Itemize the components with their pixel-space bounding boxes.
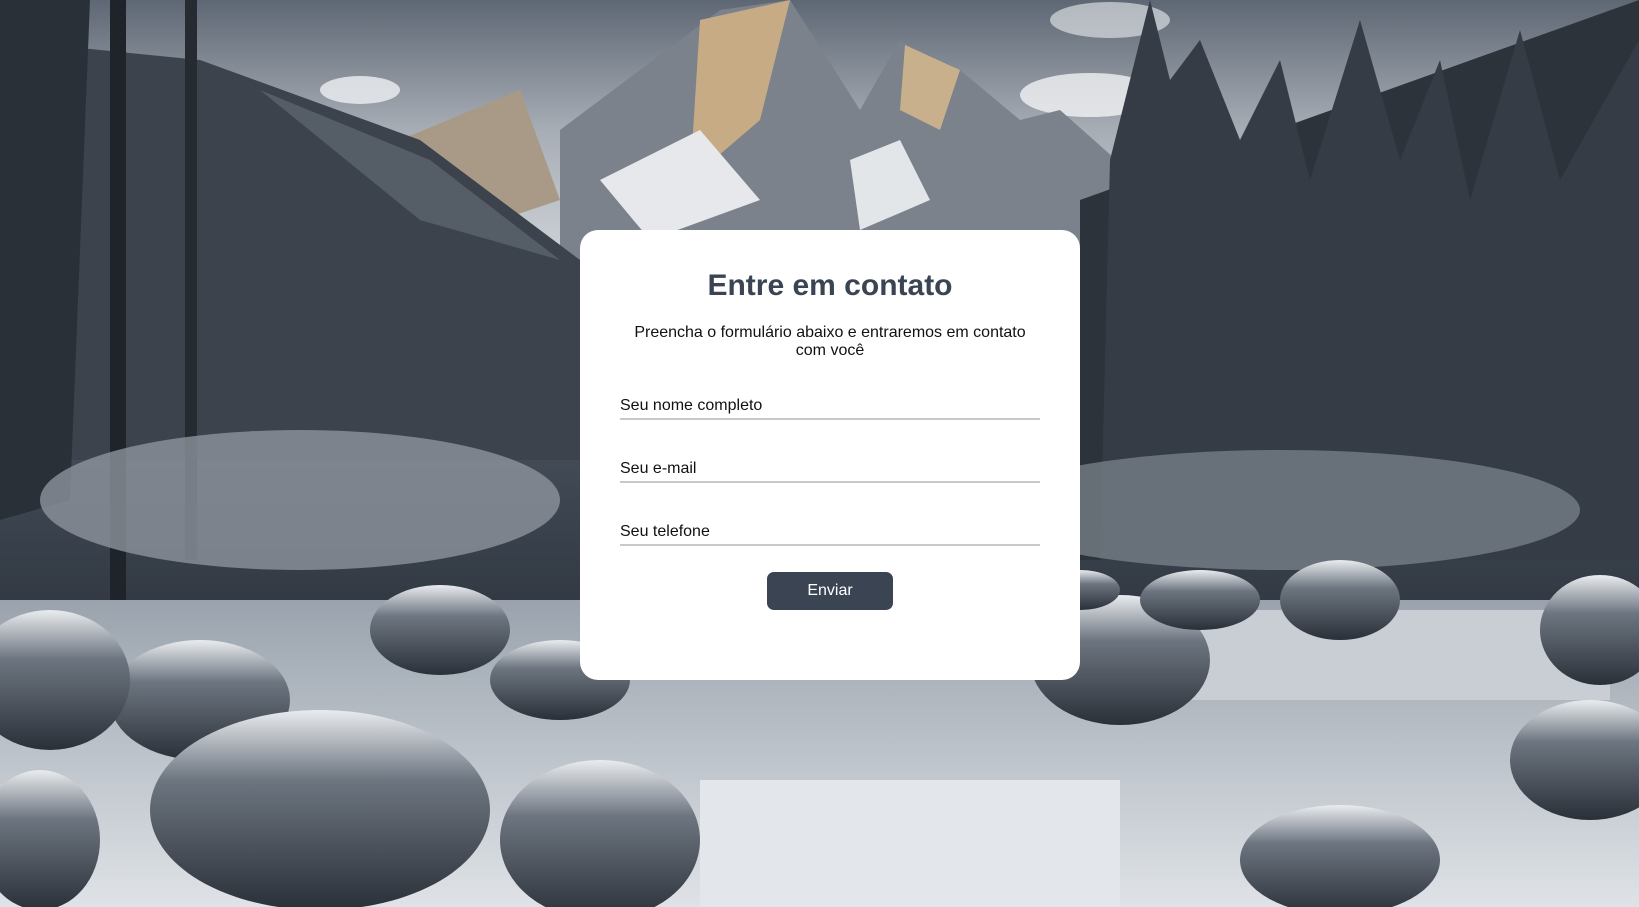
email-input[interactable]: [620, 445, 1040, 483]
contact-card: Entre em contato Preencha o formulário a…: [580, 230, 1080, 680]
contact-title: Entre em contato: [707, 269, 953, 302]
phone-input[interactable]: [620, 508, 1040, 546]
contact-subtitle: Preencha o formulário abaixo e entraremo…: [634, 324, 1026, 360]
contact-form: Enviar: [620, 382, 1040, 610]
name-input[interactable]: [620, 382, 1040, 420]
submit-button[interactable]: Enviar: [767, 571, 893, 610]
